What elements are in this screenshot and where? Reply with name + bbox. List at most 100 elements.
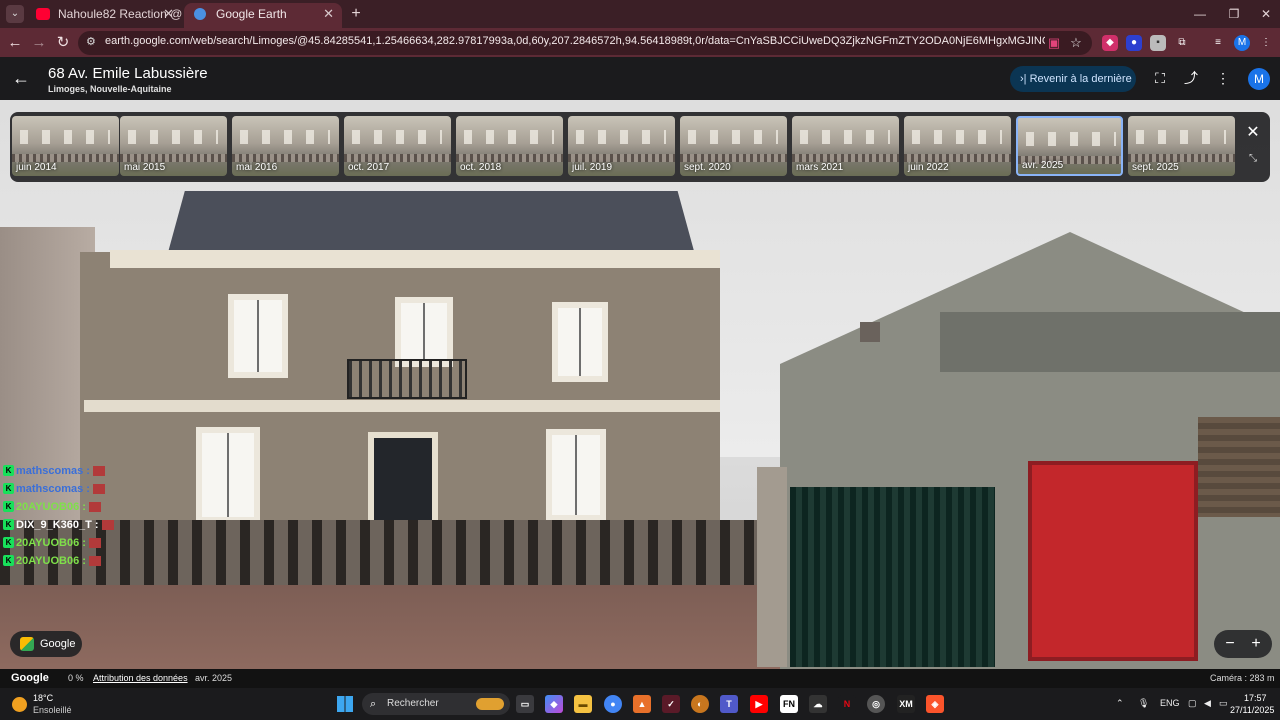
emote-icon bbox=[92, 484, 105, 495]
back-icon[interactable]: ← bbox=[4, 32, 26, 54]
forward-icon[interactable]: → bbox=[28, 32, 50, 54]
earth-status-bar: Google 0 % Attribution des données avr. … bbox=[0, 669, 1280, 688]
timeline-thumb-selected[interactable]: avr. 2025 bbox=[1016, 116, 1123, 176]
timeline-thumb[interactable]: sept. 2025 bbox=[1128, 116, 1235, 176]
battery-icon[interactable]: ▭ bbox=[1219, 698, 1228, 709]
netflix-icon[interactable]: N bbox=[838, 695, 856, 713]
share-icon[interactable]: ⤴ bbox=[1182, 69, 1200, 87]
restore-icon[interactable]: ❐ bbox=[1222, 4, 1246, 24]
timeline-thumb[interactable]: mai 2016 bbox=[232, 116, 339, 176]
back-arrow-icon[interactable]: ← bbox=[10, 67, 32, 89]
zoom-in-button[interactable]: + bbox=[1244, 632, 1268, 656]
language-indicator[interactable]: ENG bbox=[1160, 698, 1180, 708]
stream-chat-overlay: Kmathscomas : Kmathscomas : K 20AYUOB06 :… bbox=[2, 462, 114, 570]
file-explorer-icon[interactable]: ▬ bbox=[574, 695, 592, 713]
clock-date[interactable]: 27/11/2025 bbox=[1230, 705, 1274, 715]
gate-post bbox=[757, 467, 787, 667]
volume-icon[interactable]: ◀ bbox=[1204, 698, 1211, 709]
address-bar[interactable]: ⚙ earth.google.com/web/search/Limoges/@4… bbox=[78, 31, 1092, 55]
stone-balustrade bbox=[0, 520, 775, 585]
app-round-icon[interactable]: ◎ bbox=[867, 695, 885, 713]
zoom-out-button[interactable]: − bbox=[1218, 632, 1242, 656]
timeline-thumb[interactable]: mars 2021 bbox=[792, 116, 899, 176]
fn-app-icon[interactable]: FN bbox=[780, 695, 798, 713]
timeline-thumb[interactable]: juil. 2019 bbox=[568, 116, 675, 176]
address-title: 68 Av. Emile Labussière bbox=[48, 65, 208, 82]
copilot-icon[interactable]: ◆ bbox=[545, 695, 563, 713]
chimney bbox=[860, 322, 880, 342]
screenshot-icon[interactable]: ⛶ bbox=[1151, 69, 1169, 87]
tab-google-earth[interactable]: Google Earth ✕ bbox=[184, 3, 342, 28]
green-gate bbox=[790, 487, 995, 667]
timeline-date: sept. 2020 bbox=[684, 162, 731, 173]
app-orange-icon[interactable]: ▲ bbox=[633, 695, 651, 713]
tab-youtube[interactable]: Nahoule82 Reaction @Danas_C ✕ bbox=[26, 3, 182, 28]
weather-condition[interactable]: Ensoleillé bbox=[33, 705, 72, 715]
site-info-icon[interactable]: ⚙ bbox=[86, 35, 100, 49]
new-tab-button[interactable]: + bbox=[346, 4, 366, 24]
tab-search-button[interactable]: ⌄ bbox=[6, 5, 24, 23]
extension-blue-icon[interactable]: ● bbox=[1126, 35, 1142, 51]
extension-grey-icon[interactable]: ▪ bbox=[1150, 35, 1166, 51]
google-logo: Google bbox=[11, 672, 49, 684]
timeline-date: avr. 2025 bbox=[1022, 160, 1064, 171]
timeline-date: juin 2014 bbox=[16, 162, 57, 173]
tray-overflow-icon[interactable]: ⌃ bbox=[1116, 698, 1124, 709]
bookmark-star-icon[interactable]: ☆ bbox=[1068, 35, 1084, 51]
chrome-menu-icon[interactable]: ⋮ bbox=[1258, 35, 1274, 51]
windows-start-icon[interactable] bbox=[337, 696, 353, 712]
camera-altitude: Caméra : 283 m bbox=[1210, 673, 1275, 683]
cast-icon[interactable]: ▣ bbox=[1046, 35, 1062, 51]
clock-time[interactable]: 17:57 bbox=[1244, 693, 1267, 703]
user-avatar[interactable]: M bbox=[1248, 68, 1270, 90]
close-tab-icon[interactable]: ✕ bbox=[323, 3, 334, 25]
search-highlight-icon bbox=[476, 698, 504, 710]
taskbar-search[interactable]: ⌕ Rechercher bbox=[362, 693, 510, 715]
close-window-icon[interactable]: ✕ bbox=[1254, 4, 1278, 24]
profile-avatar[interactable]: M bbox=[1234, 35, 1250, 51]
timeline-thumb[interactable]: sept. 2020 bbox=[680, 116, 787, 176]
close-timeline-icon[interactable]: ✕ bbox=[1244, 124, 1262, 142]
google-pegman-badge[interactable]: Google bbox=[10, 631, 82, 657]
close-tab-icon[interactable]: ✕ bbox=[163, 3, 174, 25]
revenir-label: Revenir à la dernière bbox=[1029, 73, 1132, 85]
weather-sun-icon[interactable] bbox=[12, 697, 27, 712]
reading-list-icon[interactable]: ≡ bbox=[1210, 35, 1226, 51]
app-shield-icon[interactable]: ◐ bbox=[691, 695, 709, 713]
browser-toolbar: ← → ↻ ⚙ earth.google.com/web/search/Limo… bbox=[0, 28, 1280, 57]
task-view-icon[interactable]: ▭ bbox=[516, 695, 534, 713]
timeline-thumb[interactable]: oct. 2017 bbox=[344, 116, 451, 176]
garage-upper-wall bbox=[940, 312, 1280, 372]
app-grey-icon[interactable]: ☁ bbox=[809, 695, 827, 713]
mic-icon[interactable]: 🎙 bbox=[1138, 698, 1149, 709]
app-maroon-icon[interactable]: ✓ bbox=[662, 695, 680, 713]
kick-icon: K bbox=[3, 483, 14, 494]
loading-percent: 0 % bbox=[68, 673, 84, 683]
timeline-thumb[interactable]: juin 2014 bbox=[12, 116, 119, 176]
network-icon[interactable]: ▢ bbox=[1188, 698, 1197, 709]
chrome-icon[interactable]: ● bbox=[604, 695, 622, 713]
extensions-puzzle-icon[interactable]: ⧉ bbox=[1174, 35, 1190, 51]
timeline-date: sept. 2025 bbox=[1132, 162, 1179, 173]
brave-icon[interactable]: ◈ bbox=[926, 695, 944, 713]
chat-message: K DIX_9_K360_T : bbox=[2, 516, 114, 534]
timeline-date: mai 2015 bbox=[124, 162, 166, 173]
youtube-taskbar-icon[interactable]: ▶ bbox=[750, 695, 768, 713]
more-options-icon[interactable]: ⋮ bbox=[1214, 69, 1232, 87]
reload-icon[interactable]: ↻ bbox=[52, 32, 74, 54]
url-text[interactable]: earth.google.com/web/search/Limoges/@45.… bbox=[105, 35, 1045, 47]
window bbox=[196, 427, 260, 523]
revenir-button[interactable]: ›| Revenir à la dernière bbox=[1010, 66, 1136, 92]
minimize-icon[interactable]: — bbox=[1188, 4, 1212, 24]
timeline-thumb[interactable]: oct. 2018 bbox=[456, 116, 563, 176]
google-badge-label: Google bbox=[40, 638, 76, 650]
timeline-thumb[interactable]: juin 2022 bbox=[904, 116, 1011, 176]
extension-shield-icon[interactable]: ◆ bbox=[1102, 35, 1118, 51]
data-attribution-link[interactable]: Attribution des données bbox=[93, 669, 188, 688]
google-earth-icon bbox=[194, 8, 206, 20]
xm-app-icon[interactable]: XM bbox=[897, 695, 915, 713]
timeline-thumb[interactable]: mai 2015 bbox=[120, 116, 227, 176]
weather-temp[interactable]: 18°C bbox=[33, 693, 53, 703]
teams-icon[interactable]: T bbox=[720, 695, 738, 713]
collapse-icon[interactable]: ⤡ bbox=[1246, 152, 1260, 166]
